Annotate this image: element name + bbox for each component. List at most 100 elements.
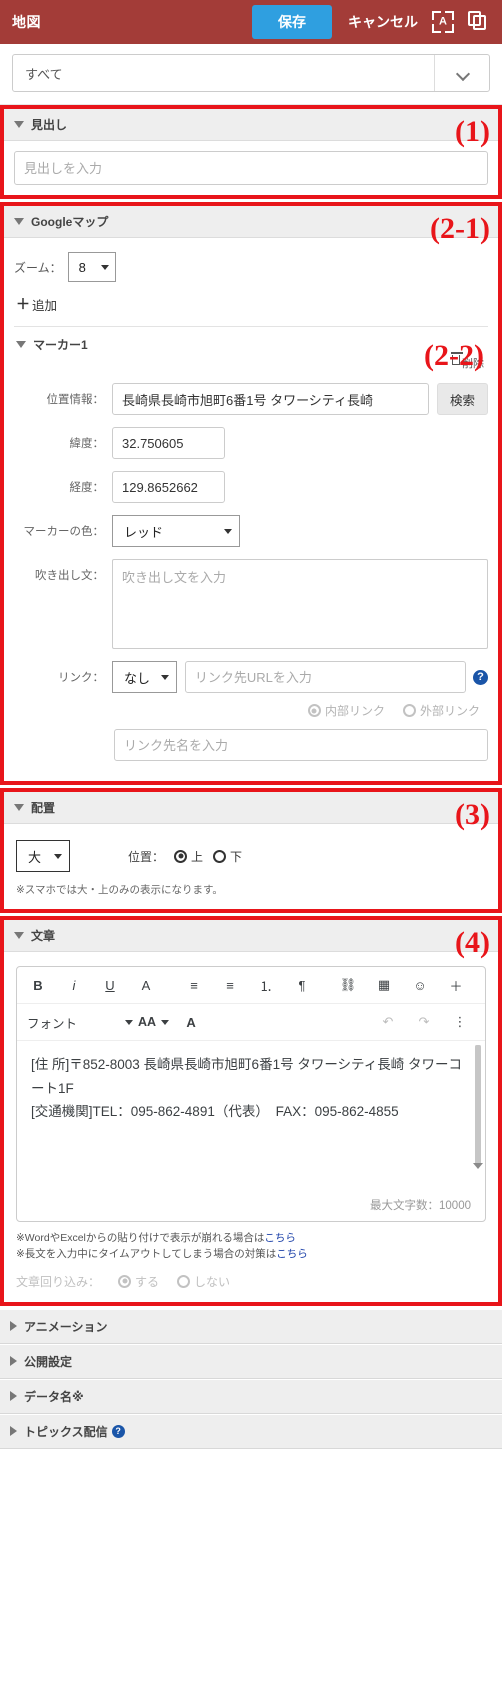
- search-button[interactable]: 検索: [436, 383, 488, 415]
- caret-down-icon: [161, 1019, 170, 1025]
- redo-icon[interactable]: ↷: [413, 1011, 435, 1033]
- paragraph-icon[interactable]: ¶: [291, 974, 313, 996]
- marker-delete-label: 削除: [462, 358, 484, 370]
- section-animation-title: アニメーション: [24, 1319, 108, 1334]
- undo-icon[interactable]: ↶: [377, 1011, 399, 1033]
- size-select[interactable]: 大: [16, 840, 70, 872]
- section-topics-delivery[interactable]: トピックス配信 ?: [0, 1413, 502, 1449]
- add-marker-button[interactable]: ＋ 追加: [14, 288, 488, 324]
- size-select-value: 大: [28, 849, 42, 865]
- emoji-icon[interactable]: ☺: [409, 974, 431, 996]
- triangle-down-icon: [14, 218, 24, 225]
- save-button[interactable]: 保存: [252, 5, 332, 39]
- radio-button: [177, 1274, 191, 1288]
- heading-input[interactable]: [14, 151, 488, 185]
- editor-content-area[interactable]: [住 所]〒852-8003 長崎県長崎市旭町6番1号 タワーシティ長崎 タワー…: [17, 1041, 485, 1191]
- category-select[interactable]: すべて: [12, 54, 490, 92]
- section-googlemap-header[interactable]: Googleマップ: [4, 206, 498, 238]
- ordered-list-icon[interactable]: ⒈: [255, 974, 277, 996]
- font-size-select[interactable]: AA: [138, 1015, 174, 1029]
- font-family-label: フォント: [27, 1016, 78, 1031]
- editor-note-2-link[interactable]: こちら: [276, 1248, 308, 1260]
- section-heading-body: [4, 141, 498, 195]
- link-url-input[interactable]: [184, 661, 466, 693]
- section-data-name[interactable]: データ名※: [0, 1378, 502, 1414]
- longitude-input[interactable]: [112, 471, 225, 503]
- triangle-down-icon: [16, 341, 26, 348]
- align-center-icon[interactable]: ≡: [219, 974, 241, 996]
- section-googlemap-title: Googleマップ: [31, 215, 109, 229]
- editor-line-2: [交通機関]TEL：095-862-4891（代表） FAX：095-862-4…: [31, 1104, 399, 1120]
- section-text-header[interactable]: 文章: [4, 920, 498, 952]
- marker-header[interactable]: マーカー1: [14, 327, 488, 355]
- section-heading-title: 見出し: [31, 118, 68, 132]
- latitude-label: 緯度：: [69, 438, 105, 450]
- position-radio-group: 位置： 上 下: [128, 848, 242, 865]
- marker-delete-button[interactable]: 削除: [14, 352, 488, 371]
- italic-icon[interactable]: i: [63, 974, 85, 996]
- text-wrap-label: 文章回り込み：: [16, 1274, 101, 1289]
- radio-wrap-yes-label: する: [135, 1274, 160, 1289]
- help-icon[interactable]: ?: [473, 669, 488, 685]
- radio-internal-link[interactable]: 内部リンク: [307, 702, 385, 719]
- editor-note-1-text: ※WordやExcelからの貼り付けで表示が崩れる場合は: [16, 1232, 265, 1244]
- balloon-label: 吹き出し文：: [35, 570, 104, 582]
- location-input[interactable]: [112, 383, 429, 415]
- radio-button: [213, 849, 227, 863]
- editor-note-1-link[interactable]: こちら: [264, 1232, 296, 1244]
- balloon-textarea[interactable]: [112, 559, 488, 649]
- align-left-icon[interactable]: ≡: [183, 974, 205, 996]
- radio-external-link[interactable]: 外部リンク: [402, 702, 480, 719]
- editor-overflow-menu-icon[interactable]: ⋮: [449, 1011, 471, 1033]
- help-icon[interactable]: ?: [111, 1424, 125, 1438]
- zoom-select[interactable]: 8: [67, 252, 116, 282]
- page-title: 地図: [12, 14, 41, 30]
- font-family-select[interactable]: フォント: [27, 1013, 77, 1032]
- link-type-select[interactable]: なし: [112, 661, 177, 693]
- section-text: (4) 文章 B i U A ≡ ≡ ⒈ ¶ ⛓ ▦ ☺ ＋ フォント AA A…: [0, 916, 502, 1306]
- marker-color-select[interactable]: レッド: [112, 515, 240, 547]
- section-animation[interactable]: アニメーション: [0, 1308, 502, 1344]
- radio-wrap-no[interactable]: しない: [177, 1273, 230, 1290]
- bold-icon[interactable]: B: [27, 974, 49, 996]
- radio-position-top[interactable]: 上: [174, 848, 203, 865]
- radio-button: [307, 704, 321, 717]
- triangle-down-icon: [14, 121, 24, 128]
- caret-down-icon: [100, 264, 109, 270]
- section-publish-settings[interactable]: 公開設定: [0, 1343, 502, 1379]
- insert-more-icon[interactable]: ＋: [445, 974, 467, 996]
- radio-position-top-label: 上: [191, 849, 204, 864]
- section-layout-header[interactable]: 配置: [4, 792, 498, 824]
- link-name-input[interactable]: [114, 729, 488, 761]
- app-header: 地図 保存 キャンセル A: [0, 0, 502, 44]
- font-size-label: AA: [138, 1015, 157, 1029]
- marker-color-label: マーカーの色：: [23, 526, 105, 538]
- link-icon[interactable]: ⛓: [337, 974, 359, 996]
- scan-a-icon[interactable]: A: [432, 11, 454, 33]
- radio-position-bottom[interactable]: 下: [213, 848, 242, 865]
- underline-icon[interactable]: U: [99, 974, 121, 996]
- latitude-input[interactable]: [112, 427, 225, 459]
- text-color-icon[interactable]: A: [180, 1011, 202, 1033]
- copy-icon[interactable]: [468, 11, 490, 33]
- table-icon[interactable]: ▦: [373, 974, 395, 996]
- editor-scrollbar[interactable]: [473, 1045, 483, 1169]
- radio-position-bottom-label: 下: [230, 849, 243, 864]
- radio-button: [174, 849, 188, 863]
- text-style-icon[interactable]: A: [135, 974, 157, 996]
- rich-text-editor: B i U A ≡ ≡ ⒈ ¶ ⛓ ▦ ☺ ＋ フォント AA A ↶ ↷ ⋮ …: [16, 966, 486, 1222]
- cancel-button[interactable]: キャンセル: [348, 12, 418, 32]
- plus-icon: ＋: [16, 296, 30, 312]
- radio-external-label: 外部リンク: [419, 704, 480, 718]
- section-heading-header[interactable]: 見出し: [4, 109, 498, 141]
- trash-icon: [451, 352, 463, 365]
- editor-note-2-text: ※長文を入力中にタイムアウトしてしまう場合の対策は: [16, 1248, 277, 1261]
- section-heading: (1) 見出し: [0, 105, 502, 199]
- section-topics-delivery-title: トピックス配信: [24, 1424, 108, 1439]
- scrollbar-thumb[interactable]: [475, 1045, 481, 1165]
- bottom-spacer: [0, 1448, 502, 1459]
- link-label: リンク：: [58, 672, 104, 684]
- radio-wrap-yes[interactable]: する: [118, 1273, 159, 1290]
- scroll-down-arrow-icon[interactable]: [473, 1163, 483, 1169]
- location-label: 位置情報：: [46, 394, 105, 406]
